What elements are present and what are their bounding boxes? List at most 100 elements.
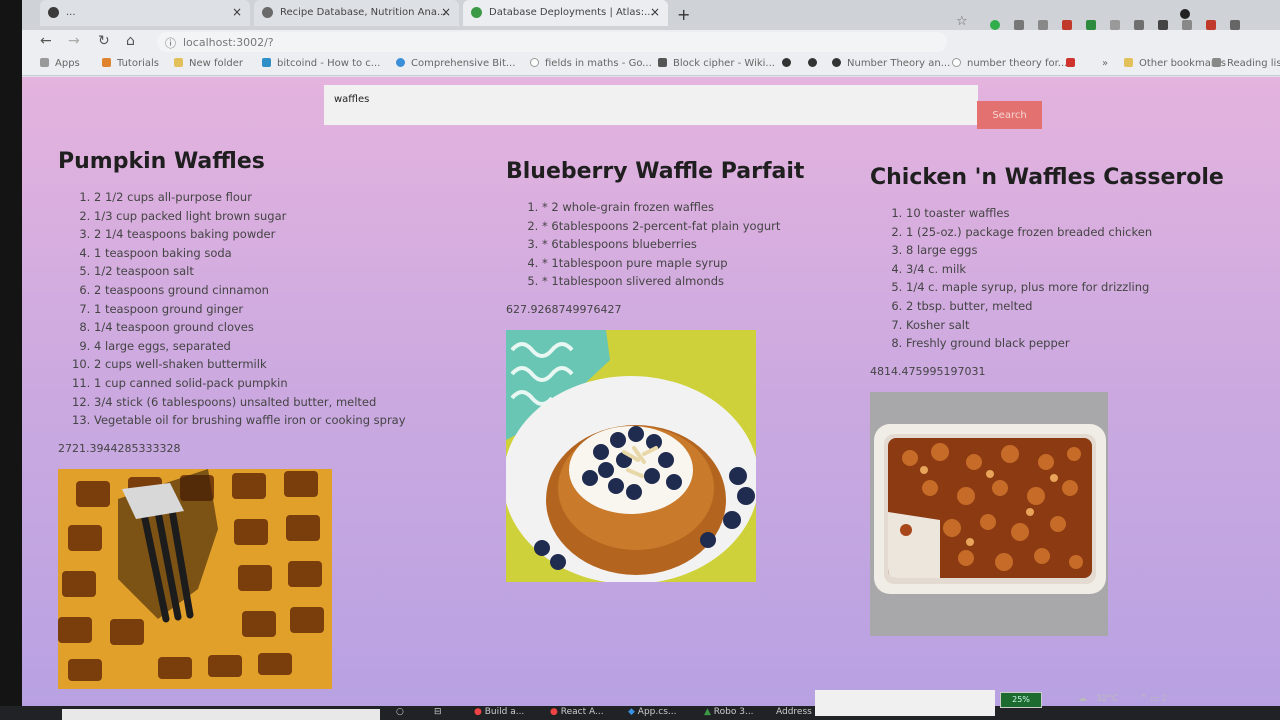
bookmark-other[interactable]: Other bookmarks	[1124, 58, 1226, 69]
extension-icon[interactable]	[990, 20, 1000, 30]
blueberry-waffle-parfait-photo	[506, 329, 756, 582]
apps-icon	[40, 58, 49, 67]
youtube-icon	[1066, 58, 1075, 67]
ingredient-list: 10 toaster waffles 1 (25-oz.) package fr…	[870, 204, 1224, 353]
extension-icon[interactable]	[1158, 20, 1168, 30]
ingredient-item: Kosher salt	[906, 316, 1224, 335]
ingredient-item: 10 toaster waffles	[906, 204, 1224, 223]
taskbar-search-box[interactable]	[62, 709, 380, 720]
ingredient-item: 4 large eggs, separated	[94, 337, 406, 356]
profile-icon[interactable]	[1180, 9, 1190, 19]
tab-3[interactable]: Database Deployments | Atlas:... ×	[463, 0, 668, 26]
folder-icon	[1124, 58, 1133, 67]
google-icon	[952, 58, 961, 67]
reading-list-icon	[1212, 58, 1221, 67]
leaf-icon	[471, 7, 482, 18]
ingredient-item: * 1tablespoon slivered almonds	[542, 272, 804, 291]
bookmark-apps[interactable]: Apps	[40, 58, 80, 69]
ingredient-list: 2 1/2 cups all-purpose flour 1/3 cup pac…	[58, 188, 406, 430]
tab-1[interactable]: ... ×	[40, 0, 250, 26]
search-icon[interactable]: ○	[396, 707, 404, 717]
bookmark-item[interactable]: number theory for...	[952, 58, 1067, 69]
recipe-card: Blueberry Waffle Parfait * 2 whole-grain…	[506, 159, 804, 582]
browser-window: ... × Recipe Database, Nutrition Ana... …	[22, 0, 1280, 712]
taskbar-app-vscode[interactable]: ◆ App.cs...	[628, 707, 676, 717]
search-button[interactable]: Search	[977, 101, 1042, 129]
ingredient-list: * 2 whole-grain frozen waffles * 6tables…	[506, 198, 804, 291]
taskbar-app-chrome-2[interactable]: ● React A...	[550, 707, 604, 717]
ingredient-item: 2 1/2 cups all-purpose flour	[94, 188, 406, 207]
taskbar-app-chrome[interactable]: ● Build a...	[474, 707, 524, 717]
blueberry-parfait-image	[506, 329, 756, 582]
extension-icon[interactable]	[1086, 20, 1096, 30]
extension-icon[interactable]	[1014, 20, 1024, 30]
ingredient-item: 2 cups well-shaken buttermilk	[94, 355, 406, 374]
reload-icon[interactable]: ↻	[98, 33, 110, 49]
chicken-waffles-casserole-photo	[870, 391, 1108, 636]
tab-favicon-icon	[48, 7, 59, 18]
browser-toolbar: ← → ↻ ⌂ ⓘ localhost:3002/?	[22, 30, 1280, 54]
recipe-card: Chicken 'n Waffles Casserole 10 toaster …	[870, 165, 1224, 636]
more-bookmarks-icon[interactable]: »	[1102, 58, 1108, 69]
recipe-page: Search Pumpkin Waffles 2 1/2 cups all-pu…	[22, 77, 1280, 712]
search-input[interactable]	[324, 85, 978, 125]
globe-icon	[832, 58, 841, 67]
task-view-icon[interactable]: ⊟	[434, 707, 442, 717]
home-icon[interactable]: ⌂	[126, 33, 135, 49]
address-bar[interactable]: ⓘ localhost:3002/?	[157, 32, 947, 52]
bookmark-favicon-icon	[396, 58, 405, 67]
info-icon: ⓘ	[165, 37, 176, 50]
extension-icon[interactable]	[1134, 20, 1144, 30]
back-icon[interactable]: ←	[40, 33, 52, 49]
taskbar-app-robo3t[interactable]: ▲ Robo 3...	[704, 707, 754, 717]
extension-icon[interactable]	[1182, 20, 1192, 30]
forward-icon[interactable]: →	[68, 33, 80, 49]
close-tab-icon[interactable]: ×	[441, 5, 451, 19]
bookmark-item[interactable]	[808, 58, 823, 69]
recipe-card: Pumpkin Waffles 2 1/2 cups all-purpose f…	[58, 149, 406, 689]
close-tab-icon[interactable]: ×	[232, 5, 242, 19]
bookmark-item[interactable]: Number Theory an...	[832, 58, 950, 69]
ingredient-item: * 1tablespoon pure maple syrup	[542, 254, 804, 273]
ingredient-item: 8 large eggs	[906, 241, 1224, 260]
ingredient-item: 1 teaspoon baking soda	[94, 244, 406, 263]
weather-icon[interactable]: ☁	[1078, 694, 1087, 704]
address-toolbar-input[interactable]	[815, 690, 995, 716]
new-tab-button[interactable]: +	[677, 5, 690, 24]
bookmark-item[interactable]: Block cipher - Wiki...	[658, 58, 775, 69]
tab-favicon-icon	[262, 7, 273, 18]
bookmark-item[interactable]: Tutorials	[102, 58, 159, 69]
recipe-title: Pumpkin Waffles	[58, 149, 265, 174]
calorie-value: 627.9268749976427	[506, 302, 622, 316]
extension-icon[interactable]	[1110, 20, 1120, 30]
wikipedia-icon	[658, 58, 667, 67]
recipe-title: Blueberry Waffle Parfait	[506, 159, 805, 184]
close-tab-icon[interactable]: ×	[650, 5, 660, 19]
extension-icon[interactable]	[1206, 20, 1216, 30]
folder-icon	[174, 58, 183, 67]
tab-2[interactable]: Recipe Database, Nutrition Ana... ×	[254, 0, 459, 26]
extension-icon[interactable]	[1038, 20, 1048, 30]
bookmark-folder[interactable]: New folder	[174, 58, 243, 69]
bookmark-item[interactable]	[1066, 58, 1081, 69]
ingredient-item: 1 cup canned solid-pack pumpkin	[94, 374, 406, 393]
extension-icon[interactable]	[1230, 20, 1240, 30]
bookmark-item[interactable]: fields in maths - Go...	[530, 58, 652, 69]
pumpkin-waffles-image	[58, 468, 332, 689]
vscode-icon: ◆	[628, 707, 635, 717]
ingredient-item: Freshly ground black pepper	[906, 334, 1224, 353]
bookmark-item[interactable]: Comprehensive Bit...	[396, 58, 515, 69]
bookmark-favicon-icon	[102, 58, 111, 67]
bookmark-item[interactable]	[782, 58, 797, 69]
ingredient-item: * 6tablespoons blueberries	[542, 235, 804, 254]
ingredient-item: 1/3 cup packed light brown sugar	[94, 207, 406, 226]
extension-icon[interactable]	[1062, 20, 1072, 30]
chrome-icon: ●	[474, 707, 482, 717]
bookmark-item[interactable]: bitcoind - How to c...	[262, 58, 380, 69]
tab-title: ...	[66, 7, 76, 18]
leaf-icon: ▲	[704, 707, 711, 717]
bookmark-star-icon[interactable]: ☆	[956, 14, 968, 29]
bookmark-reading-list[interactable]: Reading list	[1212, 58, 1280, 69]
ingredient-item: 2 tbsp. butter, melted	[906, 297, 1224, 316]
tray-icons[interactable]: ⌃ ▭ ♪	[1140, 694, 1168, 704]
